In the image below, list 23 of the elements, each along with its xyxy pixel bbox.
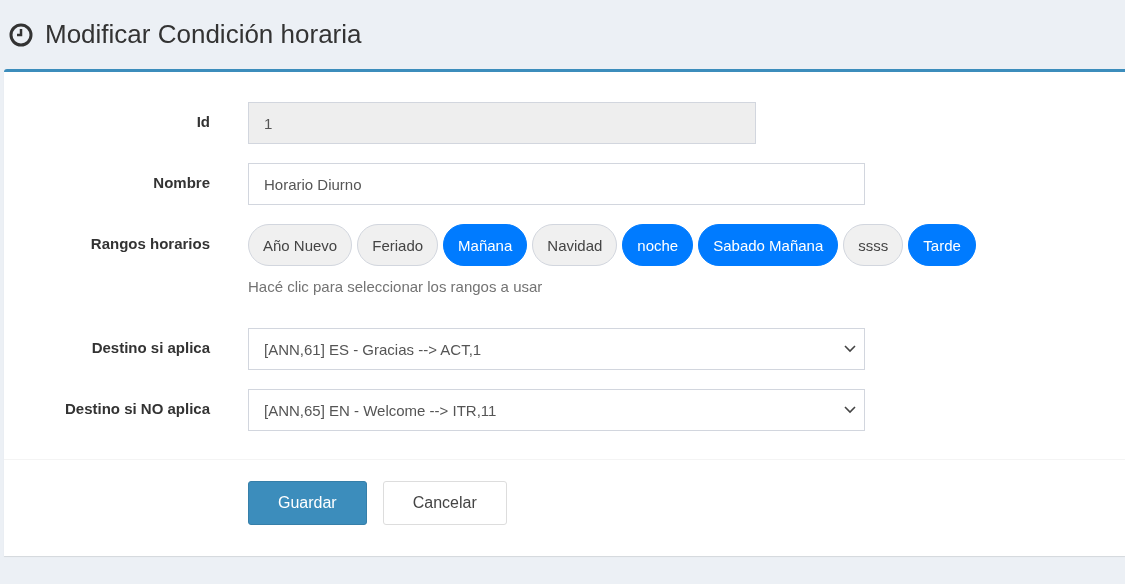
field-label: Destino si aplica <box>90 338 210 356</box>
field-label: Id <box>195 112 210 130</box>
text-field[interactable]: Horario Diurno <box>248 163 865 205</box>
range-pill[interactable]: Mañana <box>443 224 528 266</box>
field-label: Rangos horarios <box>89 234 210 252</box>
range-pill[interactable]: Navidad <box>532 224 618 266</box>
range-pill[interactable]: Año Nuevo <box>248 224 353 266</box>
select-field[interactable]: [ANN,65] EN - Welcome --> ITR,11 <box>248 389 865 431</box>
field-label: Destino si NO aplica <box>63 399 210 417</box>
clock-icon <box>9 22 33 47</box>
range-pill[interactable]: Tarde <box>908 224 976 266</box>
save-button[interactable]: Guardar <box>248 481 367 525</box>
range-pill[interactable]: Sabado Mañana <box>698 224 839 266</box>
range-pill[interactable]: noche <box>622 224 694 266</box>
cancel-button[interactable]: Cancelar <box>382 481 507 525</box>
chevron-down-icon <box>844 406 856 414</box>
help-text: Hacé clic para seleccionar los rangos a usar <box>248 278 544 295</box>
range-pill[interactable]: Feriado <box>357 224 439 266</box>
select-field[interactable]: [ANN,61] ES - Gracias --> ACT,1 <box>248 328 865 370</box>
page-title: Modificar Condición horaria <box>45 19 362 50</box>
range-pill[interactable]: ssss <box>843 224 904 266</box>
chevron-down-icon <box>844 345 856 353</box>
field-label: Nombre <box>152 173 210 191</box>
